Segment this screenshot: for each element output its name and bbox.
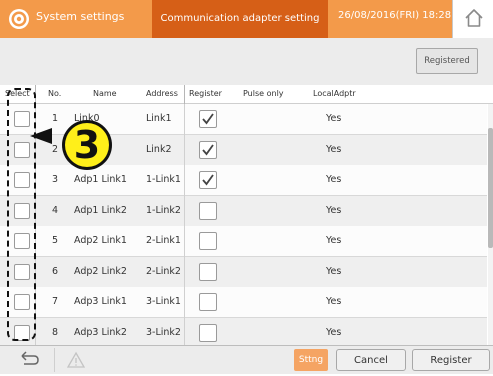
register-checkbox[interactable] [199, 262, 217, 281]
back-arrow-icon [21, 351, 39, 365]
home-button[interactable] [452, 0, 493, 38]
row-local-adptr: Yes [326, 174, 342, 185]
row-name: Adp1 Link2 [74, 204, 127, 216]
register-checkbox[interactable] [199, 171, 217, 189]
row-name: Adp1 Link1 [74, 174, 127, 185]
row-number: 7 [52, 296, 59, 307]
sttng-button[interactable]: Sttng [294, 349, 328, 371]
row-local-adptr: Yes [326, 204, 342, 216]
row-number: 5 [52, 235, 59, 246]
warning-icon [66, 351, 86, 368]
register-checkbox[interactable] [199, 232, 217, 250]
row-local-adptr: Yes [326, 265, 342, 277]
gear-icon [6, 7, 32, 31]
warning-button[interactable] [54, 348, 97, 372]
register-button[interactable]: Register [412, 349, 490, 371]
registered-button[interactable]: Registered [416, 48, 478, 74]
check-icon [202, 174, 214, 186]
row-number: 6 [52, 265, 59, 277]
column-header-local-adptr: LocalAdptr [313, 89, 356, 98]
app-title: System settings [36, 10, 125, 23]
column-separator [184, 104, 185, 345]
table-row[interactable]: 6 Adp2 Link2 2-Link2 Yes [0, 256, 487, 288]
row-address: 3-Link1 [146, 296, 181, 307]
column-header-register: Register [189, 89, 222, 98]
tab-communication-adapter-setting[interactable]: Communication adapter setting [152, 0, 328, 38]
register-checkbox[interactable] [199, 110, 217, 128]
row-address: Link2 [146, 143, 172, 155]
column-header-address: Address [146, 89, 178, 98]
table-header: Select No. Name Address Register Pulse o… [0, 85, 493, 104]
top-bar: System settings Communication adapter se… [0, 0, 493, 38]
row-address: 3-Link2 [146, 326, 181, 338]
row-address: 1-Link1 [146, 174, 181, 185]
row-name: Adp2 Link1 [74, 235, 127, 246]
register-checkbox[interactable] [199, 140, 217, 159]
row-name: Adp2 Link2 [74, 265, 127, 277]
row-address: Link1 [146, 113, 172, 124]
row-number: 3 [52, 174, 59, 185]
column-header-name: Name [93, 89, 117, 98]
callout-number: 3 [73, 123, 101, 167]
row-name: Adp3 Link2 [74, 326, 127, 338]
column-header-no: No. [48, 89, 62, 98]
row-name: Adp3 Link1 [74, 296, 127, 307]
register-checkbox[interactable] [199, 323, 217, 342]
row-address: 2-Link1 [146, 235, 181, 246]
cancel-button[interactable]: Cancel [336, 349, 406, 371]
row-number: 4 [52, 204, 59, 216]
home-icon [465, 9, 483, 27]
check-icon [202, 143, 214, 155]
row-local-adptr: Yes [326, 235, 342, 246]
row-number: 8 [52, 326, 59, 338]
column-header-pulse-only: Pulse only [243, 89, 284, 98]
header-divider [184, 85, 185, 104]
table-row[interactable]: 8 Adp3 Link2 3-Link2 Yes [0, 317, 487, 345]
table-row[interactable]: 4 Adp1 Link2 1-Link2 Yes [0, 195, 487, 227]
scrollbar-thumb[interactable] [488, 128, 493, 248]
back-button[interactable] [4, 348, 52, 372]
row-local-adptr: Yes [326, 326, 342, 338]
check-icon [202, 113, 214, 125]
row-local-adptr: Yes [326, 143, 342, 155]
table-row[interactable]: 5 Adp2 Link1 2-Link1 Yes [0, 226, 487, 257]
row-local-adptr: Yes [326, 113, 342, 124]
row-address: 2-Link2 [146, 265, 181, 277]
register-checkbox[interactable] [199, 293, 217, 311]
datetime: 26/08/2016(FRI) 18:28 [338, 10, 452, 21]
bottom-bar: Sttng Cancel Register [0, 345, 493, 374]
scrollbar[interactable] [488, 104, 493, 345]
register-checkbox[interactable] [199, 201, 217, 220]
row-address: 1-Link2 [146, 204, 181, 216]
row-local-adptr: Yes [326, 296, 342, 307]
table-row[interactable]: 7 Adp3 Link1 3-Link1 Yes [0, 287, 487, 318]
